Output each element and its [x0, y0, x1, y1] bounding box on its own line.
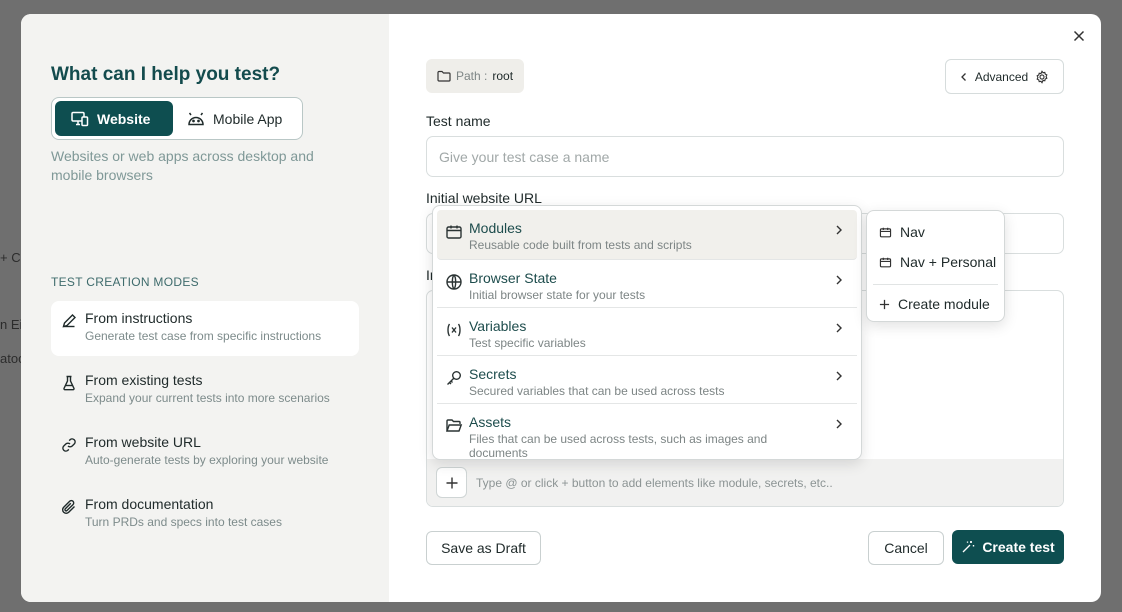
- advanced-label: Advanced: [974, 69, 1029, 84]
- menu-item-title: Modules: [469, 220, 522, 236]
- advanced-button[interactable]: Advanced: [945, 59, 1064, 94]
- chevron-right-icon: [836, 419, 842, 429]
- globe-icon: [446, 274, 462, 290]
- menu-item-desc: Files that can be used across tests, suc…: [469, 432, 768, 460]
- mode-title: From documentation: [85, 496, 214, 512]
- gear-icon: [1036, 69, 1048, 84]
- link-icon: [62, 438, 76, 452]
- mode-description: Auto-generate tests by exploring your we…: [85, 453, 329, 467]
- menu-item-secrets[interactable]: Secrets Secured variables that can be us…: [437, 356, 857, 404]
- mode-title: From instructions: [85, 310, 193, 326]
- save-draft-button[interactable]: Save as Draft: [426, 531, 541, 565]
- module-icon: [446, 225, 462, 239]
- add-element-button[interactable]: [436, 467, 467, 498]
- paperclip-icon: [61, 499, 75, 515]
- create-test-button[interactable]: Create test: [952, 530, 1064, 564]
- menu-item-desc: Reusable code built from tests and scrip…: [469, 238, 692, 252]
- instructions-hint: Type @ or click + button to add elements…: [476, 475, 833, 490]
- url-label: Initial website URL: [426, 190, 542, 206]
- chevron-right-icon: [836, 225, 842, 235]
- menu-item-variables[interactable]: Variables Test specific variables: [437, 308, 857, 356]
- chevron-left-icon: [960, 72, 966, 81]
- path-label: Path :: [456, 69, 488, 83]
- desktop-mobile-icon: [71, 111, 89, 126]
- platform-description: Websites or web apps across desktop and …: [51, 148, 314, 183]
- left-panel: What can I help you test? Website Mobile…: [21, 14, 389, 602]
- chevron-right-icon: [836, 323, 842, 333]
- path-chip[interactable]: Path : root: [426, 59, 525, 93]
- panel-title: What can I help you test?: [51, 64, 281, 85]
- module-icon: [879, 227, 892, 237]
- mobile-app-button[interactable]: Mobile App: [173, 101, 298, 136]
- close-icon[interactable]: [1071, 28, 1087, 44]
- cancel-button[interactable]: Cancel: [868, 531, 944, 565]
- background-fragment: n Ei: [0, 317, 23, 332]
- key-icon: [447, 371, 461, 385]
- website-button[interactable]: Website: [55, 101, 173, 136]
- platform-toggle: Website Mobile App: [51, 97, 303, 140]
- menu-item-desc: Secured variables that can be used acros…: [469, 384, 725, 398]
- modes-heading: TEST CREATION MODES: [51, 275, 199, 289]
- insert-element-menu: Modules Reusable code built from tests a…: [432, 205, 862, 460]
- android-icon: [188, 112, 204, 125]
- modules-submenu: Nav Nav + Personal Create module: [866, 210, 1005, 322]
- create-module-button[interactable]: Create module: [873, 289, 998, 319]
- menu-item-title: Browser State: [469, 270, 557, 286]
- plus-icon: [446, 477, 457, 488]
- instructions-toolbar: Type @ or click + button to add elements…: [427, 459, 1063, 506]
- flask-icon: [63, 375, 75, 391]
- folder-open-icon: [445, 419, 463, 432]
- mode-from-instructions[interactable]: From instructions Generate test case fro…: [51, 301, 359, 356]
- submenu-item-nav[interactable]: Nav: [873, 217, 998, 247]
- mode-title: From website URL: [85, 434, 201, 450]
- variable-icon: [447, 323, 461, 337]
- create-module-label: Create module: [898, 296, 990, 312]
- chevron-right-icon: [836, 371, 842, 381]
- path-value: root: [492, 69, 514, 83]
- mode-title: From existing tests: [85, 372, 203, 388]
- submenu-item-label: Nav: [900, 224, 925, 240]
- pencil-icon: [62, 314, 76, 328]
- submenu-item-nav-personal[interactable]: Nav + Personal: [873, 247, 998, 277]
- submenu-divider: [873, 284, 998, 285]
- folder-icon: [437, 70, 451, 82]
- mode-from-existing-tests[interactable]: From existing tests Expand your current …: [51, 363, 359, 418]
- menu-item-title: Assets: [469, 414, 512, 430]
- test-name-input[interactable]: [426, 136, 1064, 177]
- mode-from-website-url[interactable]: From website URL Auto-generate tests by …: [51, 425, 359, 480]
- mobile-app-label: Mobile App: [213, 110, 283, 127]
- menu-item-browser-state[interactable]: Browser State Initial browser state for …: [437, 260, 857, 308]
- module-icon: [879, 257, 892, 267]
- submenu-item-label: Nav + Personal: [900, 254, 997, 270]
- website-label: Website: [97, 110, 151, 127]
- menu-item-title: Secrets: [469, 366, 517, 382]
- magic-wand-icon: [962, 541, 975, 553]
- menu-item-title: Variables: [469, 318, 527, 334]
- background-fragment: + C: [0, 250, 21, 265]
- mode-description: Expand your current tests into more scen…: [85, 391, 330, 405]
- menu-item-desc: Test specific variables: [469, 336, 586, 350]
- mode-description: Turn PRDs and specs into test cases: [85, 515, 282, 529]
- create-test-label: Create test: [982, 539, 1055, 555]
- menu-item-modules[interactable]: Modules Reusable code built from tests a…: [437, 210, 857, 260]
- menu-item-desc: Initial browser state for your tests: [469, 288, 646, 302]
- mode-description: Generate test case from specific instruc…: [85, 329, 322, 343]
- plus-icon: [879, 299, 890, 309]
- menu-item-assets[interactable]: Assets Files that can be used across tes…: [437, 404, 857, 460]
- mode-from-documentation[interactable]: From documentation Turn PRDs and specs i…: [51, 487, 359, 542]
- chevron-right-icon: [836, 275, 842, 285]
- test-name-label: Test name: [426, 113, 491, 129]
